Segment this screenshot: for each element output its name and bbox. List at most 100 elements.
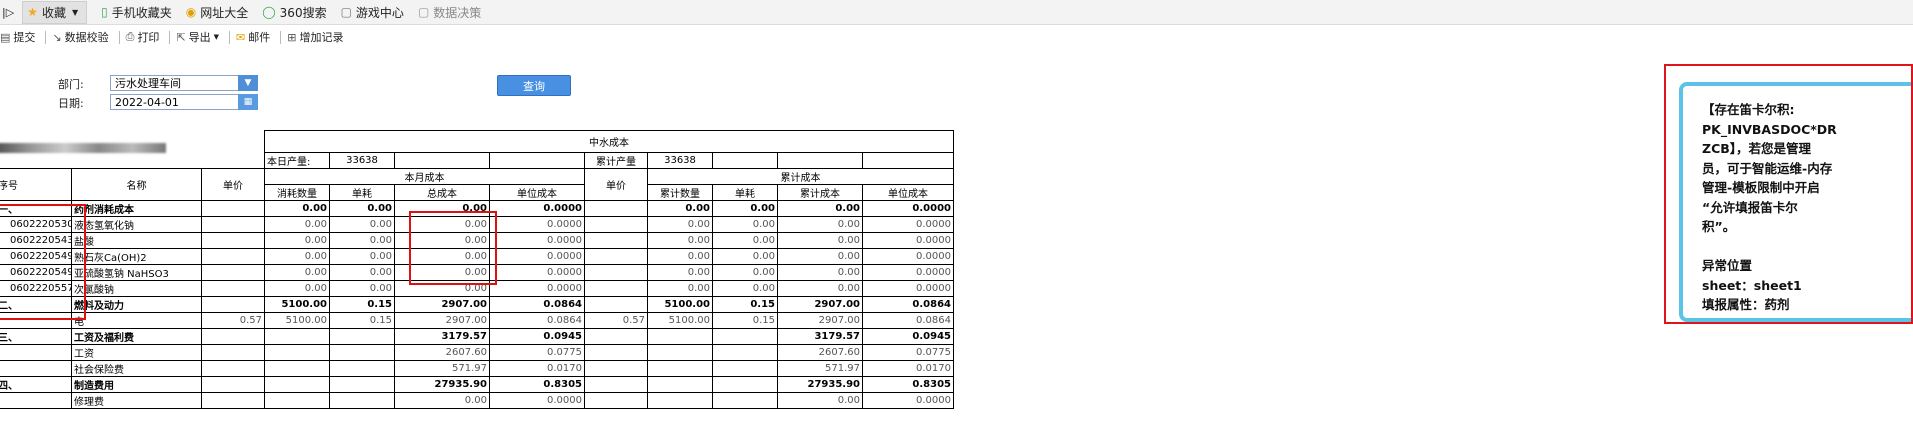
cell-name[interactable]: 次氯酸钠 [71,280,202,297]
cell-c-unit[interactable]: 0.00 [712,248,778,265]
cell-m-ucost[interactable]: 0.0000 [489,280,585,297]
cell-m-total[interactable]: 2907.00 [394,296,490,313]
cell-price[interactable] [201,200,265,217]
cell-c-ucost[interactable]: 0.0000 [862,248,954,265]
cell-c-unit[interactable]: 0.00 [712,200,778,217]
cell-m-ucost[interactable]: 0.0000 [489,216,585,233]
cell-price[interactable] [201,216,265,233]
cell-c-unit[interactable]: 0.15 [712,296,778,313]
cell-name[interactable]: 制造费用 [71,376,202,393]
cell-m-ucost[interactable]: 0.0864 [489,296,585,313]
cell-c-price[interactable] [584,216,648,233]
cell-name[interactable]: 亚硫酸氢钠 NaHSO3 [71,264,202,281]
cell-m-qty[interactable]: 0.00 [264,216,330,233]
cell-c-total[interactable]: 0.00 [777,200,863,217]
cell-m-qty[interactable]: 5100.00 [264,312,330,329]
cell-m-unit[interactable]: 0.00 [329,200,395,217]
cell-m-unit[interactable] [329,344,395,361]
cell-c-total[interactable]: 3179.57 [777,328,863,345]
cell-c-ucost[interactable]: 0.0000 [862,200,954,217]
cell-c-price[interactable] [584,200,648,217]
fav-link-games[interactable]: ▢ 游戏中心 [341,4,404,21]
mail-button[interactable]: ✉ 邮件 [236,29,270,45]
cell-m-unit[interactable]: 0.15 [329,296,395,313]
favorites-menu[interactable]: ★ 收藏 ▼ [22,0,88,24]
cell-m-qty[interactable] [264,328,330,345]
cell-seq[interactable] [0,344,72,361]
cell-c-total[interactable]: 0.00 [777,280,863,297]
cell-name[interactable]: 修理费 [71,392,202,409]
cell-c-qty[interactable] [647,328,713,345]
cell-c-unit[interactable] [712,344,778,361]
cell-c-price[interactable] [584,328,648,345]
cell-c-qty[interactable]: 5100.00 [647,312,713,329]
cell-c-ucost[interactable]: 0.0000 [862,216,954,233]
cell-m-total[interactable]: 571.97 [394,360,490,377]
cell-name[interactable]: 工资及福利费 [71,328,202,345]
cell-price[interactable] [201,248,265,265]
print-button[interactable]: ⎙ 打印 [126,29,160,45]
cell-m-ucost[interactable]: 0.0000 [489,200,585,217]
fav-link-sites[interactable]: ◉ 网址大全 [186,4,249,21]
cell-name[interactable]: 药剂消耗成本 [71,200,202,217]
cell-m-unit[interactable] [329,328,395,345]
cell-name[interactable]: 液态氢氧化钠 [71,216,202,233]
cell-c-qty[interactable] [647,360,713,377]
cell-c-unit[interactable] [712,360,778,377]
cell-c-qty[interactable]: 0.00 [647,232,713,249]
cell-name[interactable]: 工资 [71,344,202,361]
cell-m-qty[interactable]: 0.00 [264,248,330,265]
cell-c-total[interactable]: 0.00 [777,264,863,281]
cell-c-qty[interactable]: 0.00 [647,280,713,297]
cell-c-unit[interactable]: 0.00 [712,216,778,233]
cell-c-qty[interactable]: 0.00 [647,200,713,217]
cell-m-ucost[interactable]: 0.0000 [489,248,585,265]
cell-m-qty[interactable]: 0.00 [264,232,330,249]
cell-c-unit[interactable]: 0.00 [712,280,778,297]
cell-name[interactable]: 社会保险费 [71,360,202,377]
cell-m-unit[interactable] [329,376,395,393]
cell-m-qty[interactable]: 0.00 [264,280,330,297]
query-button[interactable]: 查询 [497,75,571,96]
cell-c-ucost[interactable]: 0.0945 [862,328,954,345]
cell-m-total[interactable]: 27935.90 [394,376,490,393]
cell-c-ucost[interactable]: 0.0000 [862,392,954,409]
cell-c-unit[interactable] [712,328,778,345]
cell-m-ucost[interactable]: 0.0775 [489,344,585,361]
cell-c-price[interactable] [584,376,648,393]
cell-c-ucost[interactable]: 0.0000 [862,264,954,281]
cell-c-qty[interactable]: 0.00 [647,216,713,233]
cell-c-ucost[interactable]: 0.0864 [862,312,954,329]
cell-c-price[interactable] [584,344,648,361]
cell-m-unit[interactable] [329,360,395,377]
add-record-button[interactable]: ⊞ 增加记录 [287,29,343,45]
cell-c-total[interactable]: 0.00 [777,392,863,409]
cell-m-qty[interactable] [264,344,330,361]
cell-c-price[interactable]: 0.57 [584,312,648,329]
cell-c-ucost[interactable]: 0.0864 [862,296,954,313]
cell-m-ucost[interactable]: 0.0000 [489,264,585,281]
cell-m-unit[interactable]: 0.15 [329,312,395,329]
cell-name[interactable]: 盐酸 [71,232,202,249]
dept-select[interactable]: 污水处理车间 [110,75,240,91]
cell-m-ucost[interactable]: 0.8305 [489,376,585,393]
cell-c-ucost[interactable]: 0.0000 [862,232,954,249]
cell-price[interactable] [201,376,265,393]
export-button[interactable]: ⇱ 导出 ▼ [176,29,219,45]
cell-m-unit[interactable]: 0.00 [329,280,395,297]
cell-c-ucost[interactable]: 0.0775 [862,344,954,361]
cell-seq[interactable] [0,392,72,409]
cell-m-qty[interactable] [264,392,330,409]
cell-c-price[interactable] [584,264,648,281]
cell-price[interactable] [201,328,265,345]
cell-c-qty[interactable] [647,392,713,409]
nav-forward-icon[interactable]: |▷ [2,6,14,19]
cell-m-total[interactable]: 0.00 [394,392,490,409]
cell-m-qty[interactable]: 5100.00 [264,296,330,313]
fav-link-360[interactable]: ◯ 360搜索 [262,4,326,21]
cell-c-qty[interactable] [647,344,713,361]
cell-m-qty[interactable]: 0.00 [264,200,330,217]
cell-seq[interactable]: 三、 [0,328,72,345]
cell-c-unit[interactable]: 0.15 [712,312,778,329]
cell-c-qty[interactable] [647,376,713,393]
